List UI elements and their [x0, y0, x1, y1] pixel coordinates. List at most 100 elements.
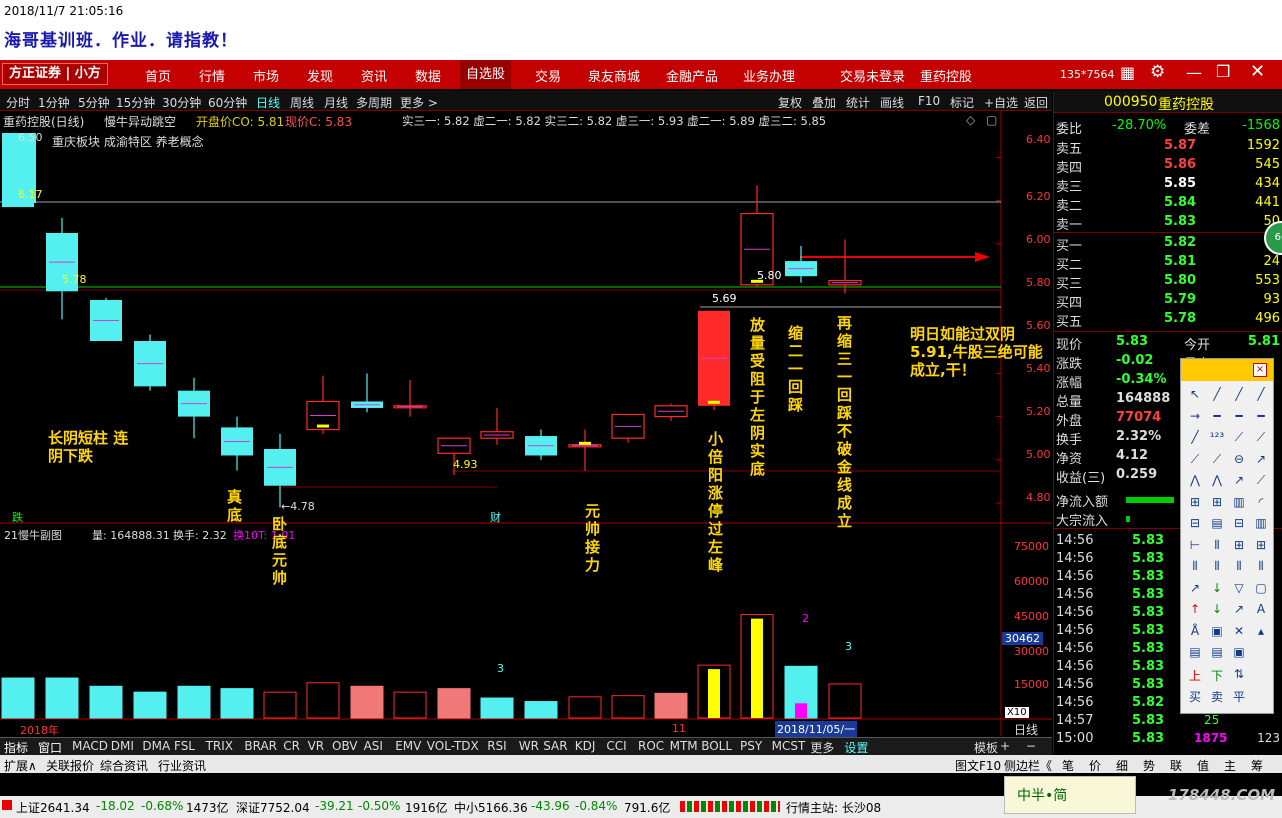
drawing-tool-icon[interactable]: ⦀ — [1230, 559, 1248, 574]
period-tab-multi[interactable]: 多周期 — [356, 94, 392, 111]
indicator-tab[interactable]: MCST — [772, 739, 806, 753]
drawing-tool-icon[interactable]: ⊖ — [1230, 452, 1248, 466]
drawing-tool-icon[interactable]: ╱ — [1230, 387, 1248, 401]
drawing-tool-icon[interactable]: ▣ — [1208, 624, 1226, 638]
side-tab[interactable]: 细 — [1116, 757, 1128, 774]
drawing-tool-icon[interactable]: ⟋ — [1252, 430, 1270, 445]
indicator-tab[interactable]: VR — [308, 739, 325, 753]
drawing-tool-icon[interactable]: ¹²³ — [1208, 430, 1226, 444]
indicator-tab[interactable]: MTM — [670, 739, 698, 753]
bid-row[interactable]: 买一5.825 — [1056, 235, 1280, 254]
side-tab[interactable]: 联 — [1170, 757, 1182, 774]
indicator-tab[interactable]: PSY — [740, 739, 762, 753]
side-tab[interactable]: 价 — [1089, 757, 1101, 774]
drawing-tool-icon[interactable]: ▥ — [1230, 495, 1248, 509]
drawing-tool-icon[interactable]: ▥ — [1252, 516, 1270, 530]
grid-icon[interactable]: ▦ — [1120, 63, 1135, 82]
drawing-tool-icon[interactable]: ▤ — [1208, 516, 1226, 530]
drawing-tool-icon[interactable]: ━ — [1252, 409, 1270, 423]
drawing-tool-icon[interactable]: ╱ — [1186, 430, 1204, 444]
ask-row[interactable]: 卖二 5.84 441 — [1056, 195, 1280, 214]
indicator-tab[interactable]: SAR — [543, 739, 567, 753]
menu-news[interactable]: 资讯 — [361, 66, 387, 85]
drawing-tool-icon[interactable]: 卖 — [1208, 688, 1226, 705]
indicator-tab[interactable]: TRIX — [206, 739, 233, 753]
sz-index[interactable]: 深证7752.04 — [236, 799, 310, 816]
period-tab-60min[interactable]: 60分钟 — [208, 94, 247, 111]
period-tab-weekly[interactable]: 周线 — [290, 94, 314, 111]
drawing-tool-icon[interactable]: ⟋ — [1208, 452, 1226, 467]
indicator-tab[interactable]: 设置 — [844, 739, 868, 756]
indicator-template-button[interactable]: + — [1000, 739, 1010, 753]
drawing-tool-icon[interactable]: ▴ — [1252, 624, 1270, 638]
drawing-tool-icon[interactable]: ▽ — [1230, 581, 1248, 595]
indicator-tab[interactable]: 指标 — [4, 739, 28, 756]
drawing-tool-icon[interactable]: ✕ — [1230, 624, 1248, 638]
indicator-tab[interactable]: EMV — [395, 739, 421, 753]
tab-related-quote[interactable]: 关联报价 — [46, 757, 94, 774]
bid-row[interactable]: 买三 5.80 553 — [1056, 273, 1280, 292]
bid-row[interactable]: 买四 5.79 93 — [1056, 292, 1280, 311]
period-tab-15min[interactable]: 15分钟 — [116, 94, 155, 111]
chart-indicator-name[interactable]: 慢牛异动跳空 — [104, 113, 176, 130]
period-tab-30min[interactable]: 30分钟 — [162, 94, 201, 111]
drawing-tool-icon[interactable]: ▢ — [1252, 581, 1270, 595]
toolbar-overlay[interactable]: 叠加 — [812, 94, 836, 111]
indicator-template-button[interactable]: − — [1026, 739, 1036, 753]
drawing-tool-icon[interactable]: ⟋ — [1230, 430, 1248, 445]
drawing-tool-icon[interactable]: ▤ — [1186, 645, 1204, 659]
menu-finance[interactable]: 金融产品 — [666, 66, 718, 85]
kline-chart-area[interactable]: 重药控股(日线) 慢牛异动跳空 开盘价CO: 5.81 现价C: 5.83 实三… — [0, 111, 1052, 737]
indicator-tab[interactable]: 窗口 — [38, 739, 62, 756]
drawing-tool-icon[interactable]: ⦀ — [1208, 559, 1226, 574]
toolbar-draw[interactable]: 画线 — [880, 94, 904, 111]
tab-general-news[interactable]: 综合资讯 — [100, 757, 148, 774]
menu-trade[interactable]: 交易 — [535, 66, 561, 85]
drawing-toolbar[interactable]: × ↖ ╱ ╱ ╱ → ━ ━ ━ ╱ ¹²³ ⟋ ⟋ ⟋ ⟋ ⊖ ↗ ⋀ ⋀ ↗ ⟋ ⊞ ⊞ ▥ ◜ ⊟ ▤ ⊟ ▥ ⊢ ⫴ ⊞ ⊞ ⦀ ⦀ ⦀ ⦀… — [1180, 358, 1274, 714]
drawing-tool-icon[interactable]: ↗ — [1230, 473, 1248, 487]
drawing-tool-icon[interactable]: ↑ — [1186, 602, 1204, 616]
side-tab[interactable]: 值 — [1197, 757, 1209, 774]
side-tab[interactable]: 笔 — [1062, 757, 1074, 774]
zx-index[interactable]: 中小5166.36 — [454, 799, 528, 816]
indicator-tab[interactable]: 更多 — [810, 739, 834, 756]
indicator-tab[interactable]: OBV — [332, 739, 358, 753]
tab-industry-news[interactable]: 行业资讯 — [158, 757, 206, 774]
chart-collapse-icon[interactable]: ▢ — [986, 113, 997, 127]
drawing-tool-icon[interactable]: ⊞ — [1186, 495, 1204, 509]
close-icon[interactable]: × — [1253, 363, 1267, 377]
menu-market[interactable]: 市场 — [253, 66, 279, 85]
drawing-tool-icon[interactable]: ⊞ — [1230, 538, 1248, 552]
indicator-tab[interactable]: FSL — [174, 739, 195, 753]
indicator-tab[interactable]: ASI — [364, 739, 383, 753]
drawing-tool-icon[interactable]: ⫴ — [1208, 538, 1226, 553]
daily-tag[interactable]: 日线 — [1014, 721, 1038, 738]
drawing-tool-icon[interactable]: 平 — [1230, 688, 1248, 705]
drawing-tool-icon[interactable]: ╱ — [1208, 387, 1226, 401]
indicator-tab[interactable]: RSI — [487, 739, 507, 753]
ime-indicator[interactable]: 中半•简 — [1004, 776, 1136, 814]
drawing-tool-icon[interactable]: ⊟ — [1230, 516, 1248, 530]
drawing-tool-icon[interactable]: Å — [1186, 624, 1204, 638]
menu-mall[interactable]: 泉友商城 — [588, 66, 640, 85]
tab-expand[interactable]: 扩展∧ — [4, 757, 37, 774]
side-tab[interactable]: 主 — [1224, 757, 1236, 774]
menu-business[interactable]: 业务办理 — [743, 66, 795, 85]
ask-row[interactable]: 卖四 5.86 545 — [1056, 157, 1280, 176]
drawing-tool-icon[interactable]: ↓ — [1208, 581, 1226, 595]
indicator-tab[interactable]: BOLL — [701, 739, 732, 753]
indicator-tab[interactable]: BRAR — [244, 739, 277, 753]
period-tab-more[interactable]: 更多 > — [400, 94, 438, 111]
indicator-tab[interactable]: CCI — [606, 739, 626, 753]
drawing-tool-icon[interactable]: ▤ — [1208, 645, 1226, 659]
ask-row[interactable]: 卖五 5.87 1592 — [1056, 138, 1280, 157]
indicator-tab[interactable]: VOL-TDX — [427, 739, 479, 753]
indicator-tab[interactable]: DMI — [111, 739, 134, 753]
drawing-tool-icon[interactable]: ╱ — [1252, 387, 1270, 401]
indicator-tab[interactable]: WR — [519, 739, 539, 753]
toolbar-stats[interactable]: 统计 — [846, 94, 870, 111]
sh-index[interactable]: 上证2641.34 — [16, 799, 90, 816]
drawing-tool-icon[interactable]: ↓ — [1208, 602, 1226, 616]
indicator-tab[interactable]: MACD — [72, 739, 108, 753]
chart-up-icon[interactable]: ◇ — [966, 113, 975, 127]
